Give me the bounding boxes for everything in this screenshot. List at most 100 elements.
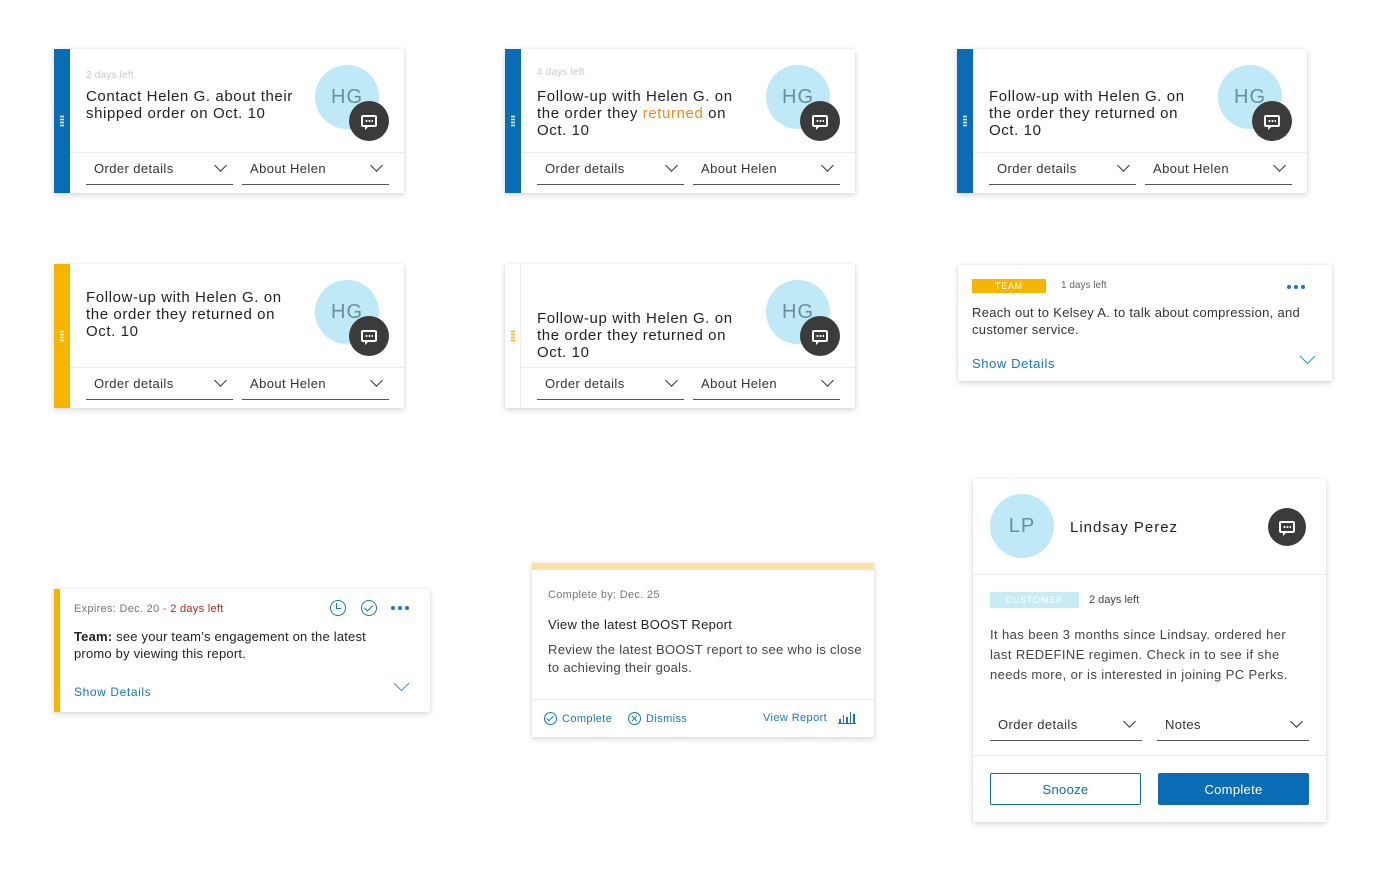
chat-button[interactable] [349, 101, 389, 141]
expires-label: Expires: Dec. 20 - 2 days left [74, 603, 224, 615]
dropdown-label: About Helen [250, 160, 326, 176]
show-details-link[interactable]: Show Details [972, 356, 1055, 371]
complete-button[interactable]: Complete [1158, 773, 1309, 805]
chevron-down-icon [665, 159, 678, 172]
complete-by-label: Complete by: Dec. 25 [548, 589, 660, 601]
snooze-button[interactable]: Snooze [990, 773, 1141, 805]
chat-button[interactable] [349, 316, 389, 356]
days-left-label: 1 days left [1061, 280, 1107, 291]
dropdown-label: Order details [94, 375, 174, 391]
task-card[interactable]: 4 days left Follow-up with Helen G. on t… [505, 49, 855, 193]
check-circle-icon[interactable] [361, 600, 377, 616]
chevron-down-icon [1273, 159, 1286, 172]
show-details-link[interactable]: Show Details [74, 685, 151, 699]
drag-handle-icon[interactable] [963, 115, 967, 127]
priority-bar [505, 49, 521, 193]
order-details-dropdown[interactable]: Order details [537, 152, 684, 185]
task-text: Team: see your team’s engagement on the … [74, 629, 366, 661]
view-report-action[interactable]: View Report [763, 712, 856, 724]
complete-action[interactable]: Complete [544, 712, 612, 725]
chat-button[interactable] [800, 316, 840, 356]
task-text: It has been 3 months since Lindsay. orde… [990, 627, 1288, 682]
about-helen-dropdown[interactable]: About Helen [242, 367, 389, 400]
task-text: Review the latest BOOST report to see wh… [548, 642, 862, 675]
order-details-dropdown[interactable]: Order details [86, 367, 233, 400]
days-left-label: 2 days left [170, 603, 224, 615]
dropdown-label: Order details [94, 160, 174, 176]
boost-report-card[interactable]: Complete by: Dec. 25 View the latest BOO… [532, 563, 874, 737]
bar-chart-icon [838, 712, 856, 724]
dropdown-label: Order details [997, 160, 1077, 176]
dropdown-label: About Helen [1153, 160, 1229, 176]
task-title: Follow-up with Helen G. on the order the… [86, 289, 282, 340]
chevron-down-icon [665, 374, 678, 387]
chevron-down-icon [370, 159, 383, 172]
divider [973, 755, 1326, 756]
task-title: View the latest BOOST Report [548, 617, 733, 632]
chat-icon [1279, 521, 1295, 536]
chat-button[interactable] [1252, 101, 1292, 141]
chat-icon [812, 115, 828, 130]
dropdown-label: Order details [545, 375, 625, 391]
dropdown-label: About Helen [250, 375, 326, 391]
chevron-down-icon [1117, 159, 1130, 172]
drag-handle-icon[interactable] [511, 115, 515, 127]
priority-bar [54, 49, 70, 193]
close-circle-icon [628, 712, 641, 725]
about-helen-dropdown[interactable]: About Helen [1145, 152, 1292, 185]
about-helen-dropdown[interactable]: About Helen [693, 367, 840, 400]
priority-bar [532, 563, 874, 570]
expiring-task-card[interactable]: Expires: Dec. 20 - 2 days left Team: see… [54, 589, 430, 712]
highlight-text: returned [642, 105, 704, 122]
task-title: Follow-up with Helen G. on the order the… [989, 88, 1185, 139]
order-details-dropdown[interactable]: Order details [86, 152, 233, 185]
dismiss-action[interactable]: Dismiss [628, 712, 687, 725]
task-card[interactable]: Follow-up with Helen G. on the order the… [957, 49, 1307, 193]
order-details-dropdown[interactable]: Order details [990, 708, 1142, 741]
chat-button[interactable] [1268, 508, 1306, 546]
task-title: Contact Helen G. about their shipped ord… [86, 88, 293, 122]
chevron-down-icon [1290, 715, 1303, 728]
dropdown-label: Order details [545, 160, 625, 176]
alarm-clock-icon[interactable] [330, 600, 346, 616]
customer-badge: CUSTOMER [990, 592, 1079, 608]
task-card[interactable]: 2 days left Contact Helen G. about their… [54, 49, 404, 193]
customer-card[interactable]: LP Lindsay Perez CUSTOMER 2 days left It… [973, 479, 1326, 822]
chevron-down-icon[interactable] [393, 675, 410, 692]
days-left-label: 2 days left [86, 70, 134, 81]
check-circle-icon [544, 712, 557, 725]
task-card[interactable]: Follow-up with Helen G. on the order the… [505, 264, 855, 408]
chevron-down-icon [214, 159, 227, 172]
customer-name: Lindsay Perez [1070, 519, 1179, 536]
more-options-icon[interactable] [391, 606, 409, 610]
dropdown-label: Notes [1165, 716, 1201, 732]
team-badge: TEAM [972, 279, 1046, 293]
avatar: LP [990, 494, 1054, 558]
about-helen-dropdown[interactable]: About Helen [693, 152, 840, 185]
task-card[interactable]: Follow-up with Helen G. on the order the… [54, 264, 404, 408]
drag-handle-icon[interactable] [60, 115, 64, 127]
priority-bar [54, 264, 70, 408]
about-helen-dropdown[interactable]: About Helen [242, 152, 389, 185]
days-left-label: 4 days left [537, 67, 585, 78]
divider [532, 699, 874, 700]
task-title: Follow-up with Helen G. on the order the… [537, 88, 733, 139]
drag-handle-icon[interactable] [511, 330, 515, 342]
dropdown-label: About Helen [701, 375, 777, 391]
dropdown-label: Order details [998, 716, 1078, 732]
notes-dropdown[interactable]: Notes [1157, 708, 1309, 741]
order-details-dropdown[interactable]: Order details [989, 152, 1136, 185]
chevron-down-icon [370, 374, 383, 387]
chevron-down-icon [821, 374, 834, 387]
more-options-icon[interactable] [1287, 285, 1305, 289]
dropdown-label: About Helen [701, 160, 777, 176]
team-task-card[interactable]: TEAM 1 days left Reach out to Kelsey A. … [958, 265, 1332, 381]
chat-icon [1264, 115, 1280, 130]
days-left-label: 2 days left [1089, 594, 1140, 606]
order-details-dropdown[interactable]: Order details [537, 367, 684, 400]
drag-handle-icon[interactable] [60, 330, 64, 342]
chevron-down-icon[interactable] [1299, 348, 1316, 365]
priority-bar [54, 589, 60, 712]
chat-button[interactable] [800, 101, 840, 141]
priority-bar [505, 264, 521, 408]
